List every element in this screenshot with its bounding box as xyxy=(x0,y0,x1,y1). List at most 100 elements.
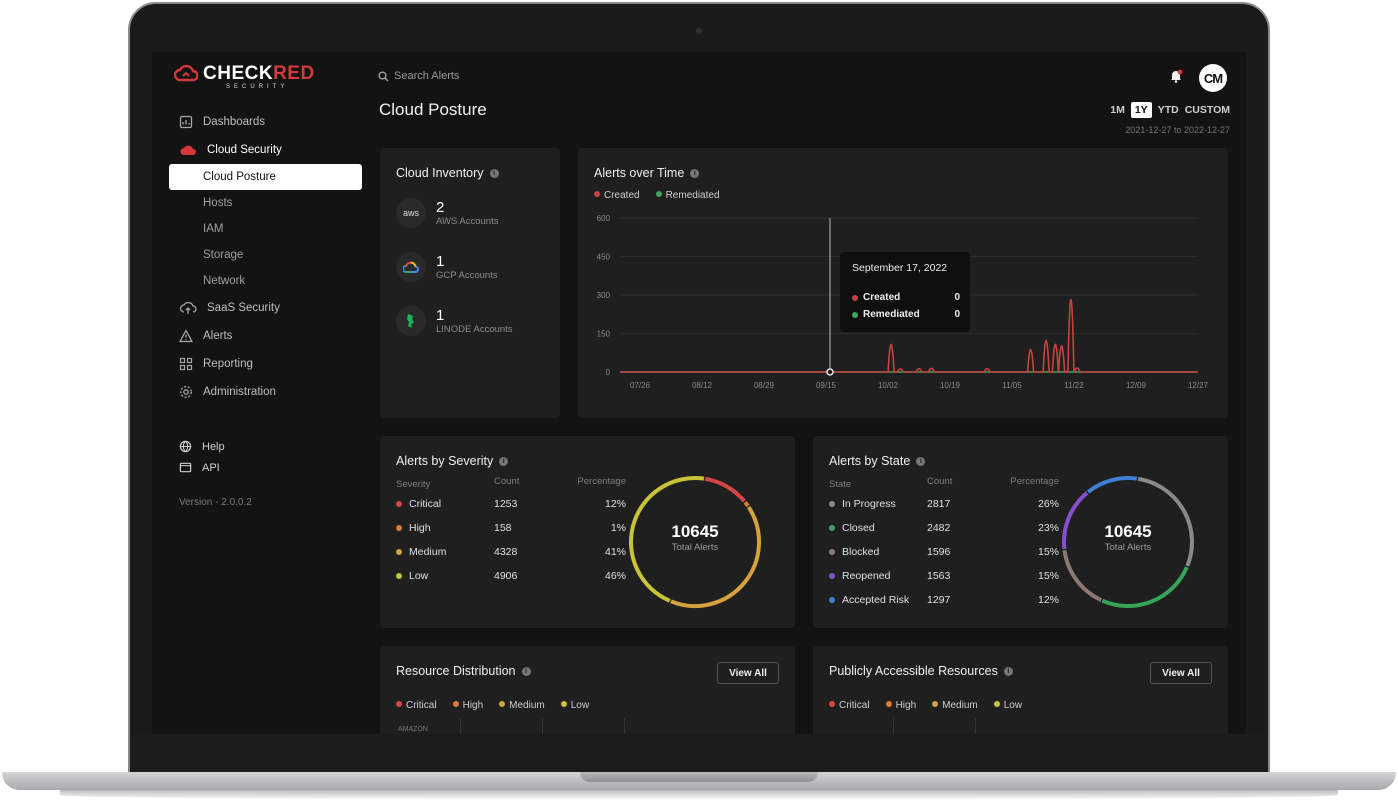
view-all-button[interactable]: View All xyxy=(717,662,779,684)
info-icon[interactable]: i xyxy=(521,666,531,676)
donut-segment xyxy=(1101,566,1189,608)
version-text: Version - 2.0.0.2 xyxy=(179,497,252,508)
user-avatar[interactable]: CM xyxy=(1199,64,1227,92)
table-row[interactable]: High 158 1% xyxy=(396,516,626,540)
help-link[interactable]: Help xyxy=(152,436,370,457)
row-percentage: 46% xyxy=(604,570,626,582)
camera xyxy=(696,28,702,34)
row-percentage: 41% xyxy=(604,546,626,558)
state-donut[interactable]: 10645 Total Alerts xyxy=(1058,472,1198,612)
api-icon xyxy=(179,462,192,473)
severity-donut[interactable]: 10645 Total Alerts xyxy=(625,472,765,612)
legend-critical[interactable]: Critical xyxy=(396,700,437,711)
sidebar-subitem-cloud-posture[interactable]: Cloud Posture xyxy=(169,164,362,190)
tooltip-remediated: Remediated 0 xyxy=(852,309,960,320)
range-custom[interactable]: CUSTOM xyxy=(1185,104,1230,116)
sidebar-subitem-storage[interactable]: Storage xyxy=(152,242,370,268)
status-dot xyxy=(829,525,835,531)
legend-high[interactable]: High xyxy=(885,700,916,711)
api-label: API xyxy=(202,461,220,474)
row-count: 2482 xyxy=(927,522,951,534)
aws-icon: aws xyxy=(396,198,426,228)
info-icon[interactable]: i xyxy=(489,168,499,178)
linode-count: 1 xyxy=(436,306,445,324)
sidebar-item-label: SaaS Security xyxy=(207,302,280,314)
table-row[interactable]: Medium 4328 41% xyxy=(396,540,626,564)
status-dot xyxy=(829,501,835,507)
public-resources-card: Publicly Accessible Resources i View All … xyxy=(813,646,1228,734)
table-row[interactable]: Closed 2482 23% xyxy=(829,516,1059,540)
brand-logo[interactable]: CHECKRED xyxy=(174,64,315,84)
sidebar-subitem-hosts[interactable]: Hosts xyxy=(152,190,370,216)
card-title: Alerts by Severity i xyxy=(396,454,509,468)
row-percentage: 15% xyxy=(1037,546,1059,558)
sidebar-item-administration[interactable]: Administration xyxy=(152,378,370,406)
row-name: High xyxy=(409,522,431,534)
row-percentage: 15% xyxy=(1037,570,1059,582)
row-name: Low xyxy=(409,570,429,582)
row-percentage: 23% xyxy=(1037,522,1059,534)
row-name: Blocked xyxy=(842,546,880,558)
x-tick-label: 11/05 xyxy=(1002,381,1022,390)
card-title: Cloud Inventory i xyxy=(396,166,499,180)
table-row[interactable]: In Progress 2817 26% xyxy=(829,492,1059,516)
logo-cloud-icon xyxy=(174,64,198,82)
table-row[interactable]: Low 4906 46% xyxy=(396,564,626,588)
search-alerts[interactable]: Search Alerts xyxy=(378,70,459,82)
y-tick-label: 300 xyxy=(597,291,611,300)
table-row[interactable]: Critical 1253 12% xyxy=(396,492,626,516)
sidebar-item-label: Cloud Security xyxy=(207,144,282,156)
table-row[interactable]: Accepted Risk 1297 12% xyxy=(829,588,1059,612)
linode-label: LINODE Accounts xyxy=(436,323,513,335)
api-link[interactable]: API xyxy=(152,457,370,478)
inventory-gcp[interactable]: 1 GCP Accounts xyxy=(396,252,498,282)
search-placeholder: Search Alerts xyxy=(394,70,460,82)
row-name: Accepted Risk xyxy=(842,594,910,606)
status-dot xyxy=(396,525,402,531)
row-count: 4906 xyxy=(494,570,518,582)
info-icon[interactable]: i xyxy=(1003,666,1013,676)
donut-segment xyxy=(1086,476,1138,494)
info-icon[interactable]: i xyxy=(499,456,509,466)
gear-icon xyxy=(180,386,192,398)
sidebar-item-alerts[interactable]: Alerts xyxy=(152,322,370,350)
state-total: 10645 xyxy=(1104,522,1152,541)
legend-medium[interactable]: Medium xyxy=(932,700,978,711)
laptop-bezel xyxy=(130,734,1268,774)
legend-critical[interactable]: Critical xyxy=(829,700,870,711)
gcp-icon xyxy=(396,252,426,282)
range-1y[interactable]: 1Y xyxy=(1130,102,1152,118)
time-range-selector: 1M 1Y YTD CUSTOM xyxy=(1110,102,1230,118)
aws-count: 2 xyxy=(436,198,445,216)
warning-icon xyxy=(179,329,193,343)
tooltip-created: Created 0 xyxy=(852,292,960,303)
sidebar-item-cloud-security[interactable]: Cloud Security xyxy=(152,136,370,164)
grid-line xyxy=(624,718,625,734)
sidebar-item-dashboards[interactable]: Dashboards xyxy=(152,108,370,136)
legend-low[interactable]: Low xyxy=(993,700,1022,711)
info-icon[interactable]: i xyxy=(916,456,926,466)
sidebar-subitem-iam[interactable]: IAM xyxy=(152,216,370,242)
x-tick-label: 12/27 xyxy=(1188,381,1209,390)
inventory-aws[interactable]: aws 2 AWS Accounts xyxy=(396,198,498,228)
view-all-button[interactable]: View All xyxy=(1150,662,1212,684)
table-row[interactable]: Reopened 1563 15% xyxy=(829,564,1059,588)
inventory-linode[interactable]: 1 LINODE Accounts xyxy=(396,306,513,336)
sidebar-item-label: Reporting xyxy=(203,358,253,370)
legend-medium[interactable]: Medium xyxy=(499,700,545,711)
x-tick-label: 11/22 xyxy=(1064,381,1084,390)
bell-icon[interactable] xyxy=(1168,68,1184,84)
sidebar-item-reporting[interactable]: Reporting xyxy=(152,350,370,378)
sidebar-subitem-network[interactable]: Network xyxy=(152,268,370,294)
row-name: Critical xyxy=(409,498,442,510)
status-dot xyxy=(829,597,835,603)
range-1m[interactable]: 1M xyxy=(1110,104,1125,116)
grid-line xyxy=(460,718,461,734)
x-tick-label: 07/26 xyxy=(630,381,651,390)
linode-icon xyxy=(396,306,426,336)
legend-high[interactable]: High xyxy=(452,700,483,711)
table-row[interactable]: Blocked 1596 15% xyxy=(829,540,1059,564)
range-ytd[interactable]: YTD xyxy=(1158,104,1179,116)
legend-low[interactable]: Low xyxy=(560,700,589,711)
sidebar-item-saas-security[interactable]: SaaS Security xyxy=(152,294,370,322)
